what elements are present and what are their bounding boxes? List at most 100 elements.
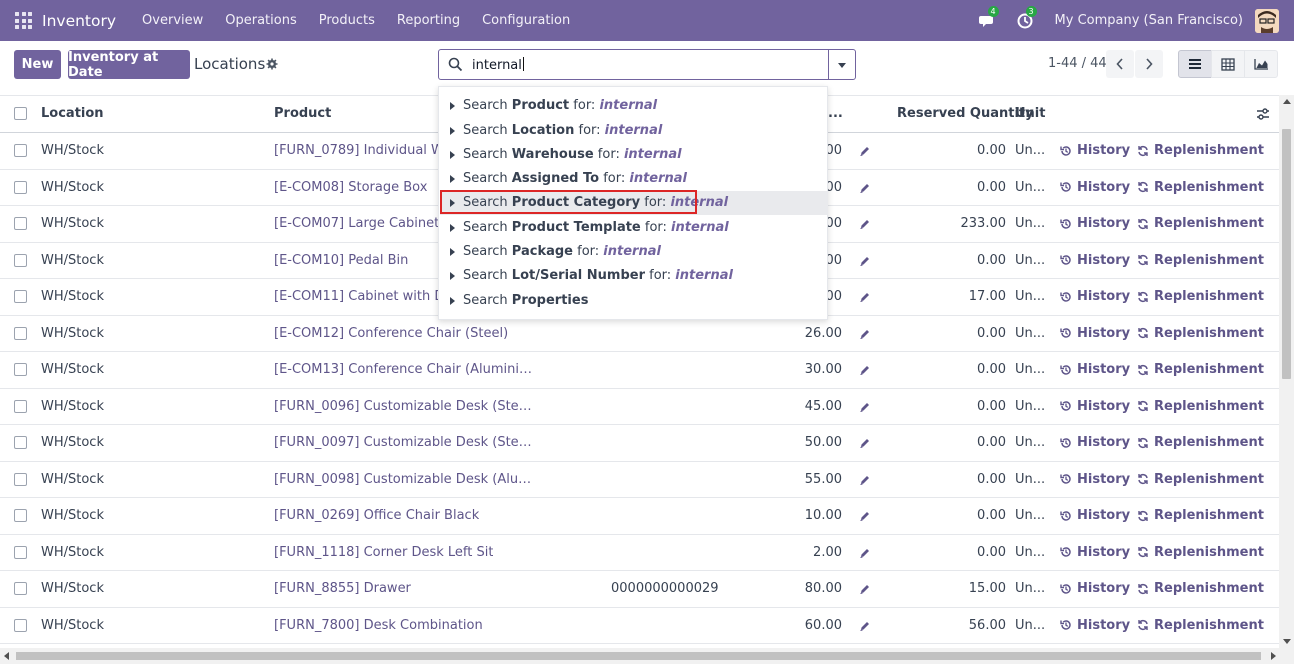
row-checkbox[interactable] [14, 217, 27, 230]
pencil-icon[interactable] [859, 510, 871, 522]
pencil-icon[interactable] [859, 401, 871, 413]
search-option-warehouse[interactable]: Search Warehouse for: internal [440, 143, 828, 167]
row-checkbox[interactable] [14, 363, 27, 376]
pencil-icon[interactable] [859, 291, 871, 303]
search-option-properties[interactable]: Search Properties [440, 289, 828, 313]
row-checkbox[interactable] [14, 545, 27, 559]
search-option-package[interactable]: Search Package for: internal [440, 240, 828, 264]
row-product-link[interactable]: [E-COM07] Large Cabinet [274, 216, 439, 231]
column-location[interactable]: Location [41, 106, 104, 121]
row-product-link[interactable]: [E-COM13] Conference Chair (Aluminium) [274, 362, 536, 377]
replenishment-button[interactable]: Replenishment [1137, 362, 1264, 377]
row-quantity[interactable]: 50.00 [805, 435, 842, 450]
inventory-at-date-button[interactable]: Inventory at Date [68, 50, 190, 80]
history-button[interactable]: History [1060, 399, 1130, 414]
new-button[interactable]: New [14, 50, 61, 79]
pencil-icon[interactable] [859, 255, 871, 267]
app-brand[interactable]: Inventory [42, 12, 116, 30]
column-reserved-quantity[interactable]: Reserved Quantity [897, 106, 1034, 121]
vertical-scroll-thumb[interactable] [1282, 129, 1291, 379]
replenishment-button[interactable]: Replenishment [1137, 545, 1264, 560]
row-product-link[interactable]: [FURN_0096] Customizable Desk (Steel, Wh… [274, 399, 536, 414]
scroll-up-arrow[interactable] [1283, 99, 1291, 104]
pencil-icon[interactable] [859, 182, 871, 194]
pencil-icon[interactable] [859, 547, 871, 559]
caret-right-icon[interactable] [450, 248, 455, 256]
row-product-link[interactable]: [E-COM10] Pedal Bin [274, 253, 408, 268]
search-option-assigned-to[interactable]: Search Assigned To for: internal [440, 167, 828, 191]
replenishment-button[interactable]: Replenishment [1137, 581, 1264, 596]
row-checkbox[interactable] [14, 582, 27, 595]
history-button[interactable]: History [1060, 545, 1130, 560]
replenishment-button[interactable]: Replenishment [1137, 289, 1264, 304]
menu-reporting[interactable]: Reporting [397, 13, 460, 28]
search-option-product-template[interactable]: Search Product Template for: internal [440, 216, 828, 240]
pivot-view-button[interactable] [1211, 50, 1245, 78]
row-quantity[interactable]: 30.00 [805, 362, 842, 377]
pencil-icon[interactable] [859, 437, 871, 449]
history-button[interactable]: History [1060, 253, 1130, 268]
graph-view-button[interactable] [1244, 50, 1278, 78]
replenishment-button[interactable]: Replenishment [1137, 253, 1264, 268]
list-view-button[interactable] [1178, 50, 1212, 78]
pencil-icon[interactable] [859, 145, 871, 157]
scroll-left-arrow[interactable] [4, 652, 9, 660]
caret-right-icon[interactable] [450, 102, 455, 110]
row-product-link[interactable]: [FURN_7800] Desk Combination [274, 618, 483, 633]
caret-right-icon[interactable] [450, 272, 455, 280]
history-button[interactable]: History [1060, 508, 1130, 523]
row-quantity[interactable]: 55.00 [805, 472, 842, 487]
row-product-link[interactable]: [E-COM12] Conference Chair (Steel) [274, 326, 508, 341]
row-product-link[interactable]: [FURN_0098] Customizable Desk (Aluminiu.… [274, 472, 536, 487]
search-option-location[interactable]: Search Location for: internal [440, 119, 828, 143]
replenishment-button[interactable]: Replenishment [1137, 435, 1264, 450]
table-row[interactable]: WH/Stock [E-COM13] Conference Chair (Alu… [0, 352, 1279, 389]
history-button[interactable]: History [1060, 435, 1130, 450]
table-row[interactable]: WH/Stock [FURN_0098] Customizable Desk (… [0, 462, 1279, 498]
menu-operations[interactable]: Operations [225, 13, 296, 28]
menu-overview[interactable]: Overview [142, 13, 203, 28]
select-all-checkbox[interactable] [14, 107, 27, 120]
row-product-link[interactable]: [FURN_0269] Office Chair Black [274, 508, 479, 523]
scroll-down-arrow[interactable] [1283, 639, 1291, 644]
replenishment-button[interactable]: Replenishment [1137, 508, 1264, 523]
vertical-scrollbar[interactable] [1279, 95, 1294, 648]
history-button[interactable]: History [1060, 143, 1130, 158]
scroll-right-arrow[interactable] [1271, 652, 1276, 660]
row-product-link[interactable]: [E-COM08] Storage Box [274, 180, 427, 195]
row-quantity[interactable]: 26.00 [805, 326, 842, 341]
row-product-link[interactable]: [FURN_8855] Drawer [274, 581, 411, 596]
menu-products[interactable]: Products [319, 13, 375, 28]
table-row[interactable]: WH/Stock [FURN_8855] Drawer 000000000002… [0, 571, 1279, 608]
pencil-icon[interactable] [859, 474, 871, 486]
row-quantity[interactable]: 80.00 [805, 581, 842, 596]
row-checkbox[interactable] [14, 180, 27, 194]
column-product[interactable]: Product [274, 106, 331, 121]
pager-value[interactable]: 1-44 / 44 [1048, 56, 1107, 71]
replenishment-button[interactable]: Replenishment [1137, 216, 1264, 231]
table-row[interactable]: WH/Stock [FURN_0097] Customizable Desk (… [0, 425, 1279, 462]
search-bar[interactable]: internal [438, 49, 829, 80]
history-button[interactable]: History [1060, 581, 1130, 596]
caret-right-icon[interactable] [450, 127, 455, 135]
column-settings-icon[interactable] [1256, 107, 1270, 121]
table-row[interactable]: WH/Stock [FURN_0096] Customizable Desk (… [0, 389, 1279, 425]
search-option-lot-serial-number[interactable]: Search Lot/Serial Number for: internal [440, 264, 828, 288]
row-product-link[interactable]: [FURN_0097] Customizable Desk (Steel, Bl… [274, 435, 536, 450]
history-button[interactable]: History [1060, 216, 1130, 231]
row-checkbox[interactable] [14, 253, 27, 267]
column-quantity[interactable]: ... [828, 106, 843, 121]
search-input[interactable]: internal [472, 57, 524, 73]
replenishment-button[interactable]: Replenishment [1137, 180, 1264, 195]
replenishment-button[interactable]: Replenishment [1137, 618, 1264, 633]
history-button[interactable]: History [1060, 180, 1130, 195]
row-quantity[interactable]: 60.00 [805, 618, 842, 633]
row-checkbox[interactable] [14, 472, 27, 486]
search-option-product-category[interactable]: Search Product Category for: internal [440, 191, 828, 215]
horizontal-scroll-thumb[interactable] [16, 652, 1261, 660]
row-checkbox[interactable] [14, 399, 27, 413]
search-option-product[interactable]: Search Product for: internal [440, 94, 828, 118]
row-checkbox[interactable] [14, 436, 27, 449]
history-button[interactable]: History [1060, 362, 1130, 377]
pencil-icon[interactable] [859, 583, 871, 595]
